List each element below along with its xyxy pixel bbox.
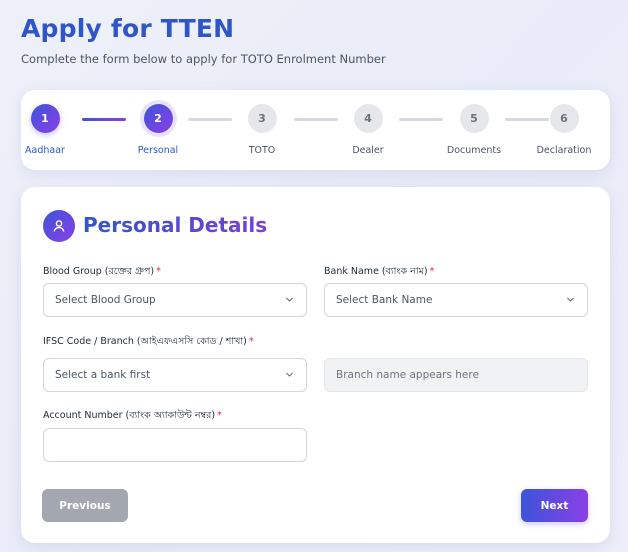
required-marker: * (429, 266, 435, 277)
step-dealer[interactable]: 4 Dealer (328, 104, 408, 156)
step-personal[interactable]: 2 Personal (118, 104, 198, 156)
personal-details-form: Personal Details Blood Group (রক্তের গ্র… (21, 187, 610, 543)
progress-stepper: 1 Aadhaar 2 Personal 3 TOTO 4 Dealer 5 D… (21, 90, 610, 170)
account-number-label-text: Account Number (ব্যাংক অ্যাকাউন্ট নম্বর) (43, 410, 216, 421)
bank-name-label: Bank Name (ব্যাংক নাম) * (324, 265, 434, 280)
next-button[interactable]: Next (521, 489, 588, 522)
blood-group-value: Select Blood Group (55, 294, 156, 306)
step-number: 6 (549, 104, 579, 133)
step-label: Documents (446, 145, 502, 156)
blood-group-label-text: Blood Group (রক্তের গ্রুপ) (43, 266, 155, 277)
chevron-down-icon (566, 297, 575, 302)
step-number: 1 (30, 104, 60, 133)
blood-group-label: Blood Group (রক্তের গ্রুপ) * (43, 265, 161, 280)
required-marker: * (217, 410, 222, 421)
page-subtitle: Complete the form below to apply for TOT… (21, 52, 386, 66)
required-marker: * (156, 266, 161, 277)
bank-name-label-text: Bank Name (ব্যাংক নাম) (324, 266, 428, 277)
step-number: 5 (459, 104, 489, 133)
step-declaration[interactable]: 6 Declaration (529, 104, 599, 156)
ifsc-select[interactable]: Select a bank first (43, 358, 307, 392)
step-number: 3 (247, 104, 277, 133)
ifsc-label: IFSC Code / Branch (আইএফএসসি কোড / শাখা)… (43, 335, 254, 350)
chevron-down-icon (285, 297, 294, 302)
branch-name-field: Branch name appears here (324, 358, 588, 392)
step-label: Declaration (536, 145, 592, 156)
step-label: Aadhaar (25, 145, 65, 156)
ifsc-value: Select a bank first (55, 369, 151, 381)
chevron-down-icon (285, 372, 294, 377)
step-label: TOTO (248, 145, 276, 156)
previous-button[interactable]: Previous (42, 489, 128, 522)
step-aadhaar[interactable]: 1 Aadhaar (15, 104, 75, 156)
account-number-input[interactable] (43, 428, 307, 462)
blood-group-select[interactable]: Select Blood Group (43, 283, 307, 317)
account-number-label: Account Number (ব্যাংক অ্যাকাউন্ট নম্বর)… (43, 409, 222, 424)
ifsc-label-text: IFSC Code / Branch (আইএফএসসি কোড / শাখা) (43, 336, 247, 347)
bank-name-value: Select Bank Name (336, 294, 433, 306)
required-marker: * (248, 336, 254, 347)
step-label: Personal (137, 145, 179, 156)
section-title: Personal Details (83, 213, 268, 237)
bank-name-select[interactable]: Select Bank Name (324, 283, 588, 317)
user-icon (43, 210, 75, 242)
step-number: 2 (143, 104, 173, 133)
step-toto[interactable]: 3 TOTO (222, 104, 302, 156)
branch-name-placeholder: Branch name appears here (336, 369, 479, 381)
step-documents[interactable]: 5 Documents (434, 104, 514, 156)
step-label: Dealer (352, 145, 384, 156)
page-title: Apply for TTEN (21, 14, 235, 43)
step-number: 4 (353, 104, 383, 133)
